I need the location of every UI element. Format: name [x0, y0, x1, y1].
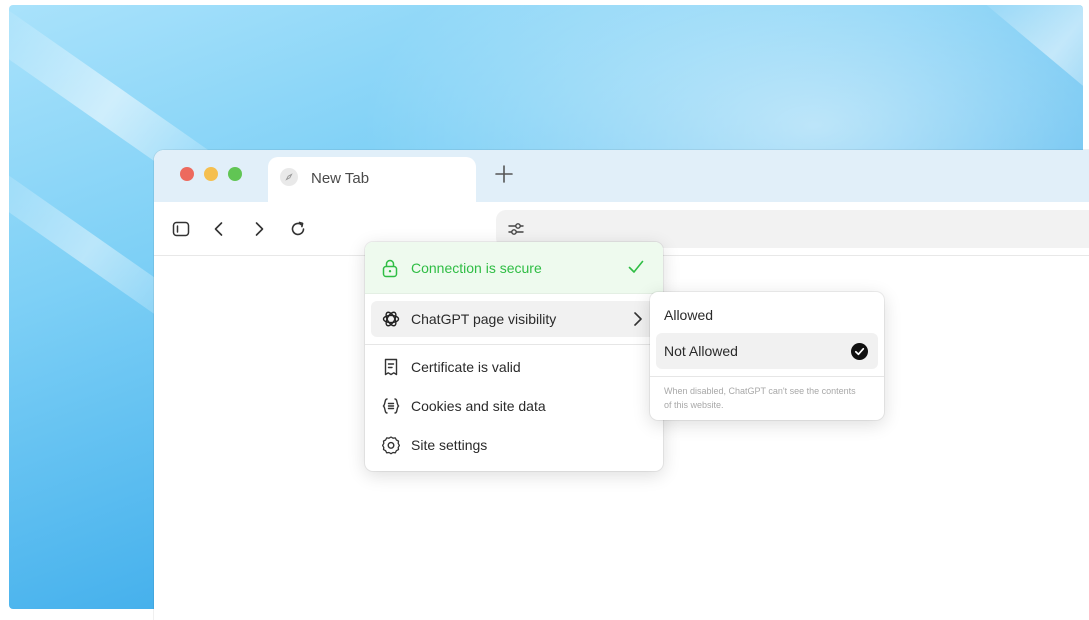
certificate-icon [381, 357, 401, 377]
option-allowed[interactable]: Allowed [656, 297, 878, 333]
minimize-window-button[interactable] [204, 167, 218, 181]
close-window-button[interactable] [180, 167, 194, 181]
menu-divider [365, 344, 663, 345]
forward-icon [255, 222, 264, 236]
visibility-submenu: Allowed Not Allowed When disabled, ChatG… [650, 292, 884, 420]
back-icon [214, 222, 223, 236]
cookies-item[interactable]: Cookies and site data [371, 388, 657, 424]
visibility-note: When disabled, ChatGPT can't see the con… [664, 386, 856, 410]
gear-icon [381, 435, 401, 455]
chevron-right-icon [631, 311, 645, 327]
cookies-label: Cookies and site data [411, 398, 546, 414]
reload-icon [291, 221, 305, 236]
forward-button[interactable] [248, 218, 270, 240]
cookies-icon [381, 396, 401, 416]
back-button[interactable] [208, 218, 230, 240]
chatgpt-visibility-label: ChatGPT page visibility [411, 311, 557, 327]
zoom-window-button[interactable] [228, 167, 242, 181]
chatgpt-visibility-item[interactable]: ChatGPT page visibility [371, 301, 657, 337]
site-settings-item[interactable]: Site settings [371, 427, 657, 463]
openai-icon [381, 309, 401, 329]
site-info-menu: Connection is secure ChatGPT page visibi… [365, 242, 663, 471]
tab-new-tab[interactable]: New Tab [268, 157, 476, 203]
submenu-divider [650, 376, 884, 377]
site-controls-icon[interactable] [506, 219, 526, 239]
sidebar-icon [172, 221, 190, 237]
selected-check-icon [851, 343, 868, 360]
connection-secure-row[interactable]: Connection is secure [365, 242, 663, 294]
connection-secure-label: Connection is secure [411, 260, 542, 276]
lock-icon [381, 258, 399, 278]
checkmark-icon [627, 258, 645, 276]
reload-button[interactable] [287, 218, 309, 240]
site-settings-label: Site settings [411, 437, 488, 453]
option-not-allowed[interactable]: Not Allowed [656, 333, 878, 369]
sidebar-toggle-button[interactable] [170, 218, 192, 240]
wallpaper-streak [973, 5, 1083, 123]
plus-icon [495, 165, 513, 183]
new-tab-button[interactable] [492, 162, 516, 186]
certificate-label: Certificate is valid [411, 359, 521, 375]
option-not-allowed-label: Not Allowed [664, 343, 738, 359]
tab-title: New Tab [311, 170, 370, 187]
tab-bar: New Tab [154, 150, 1089, 203]
compass-icon [280, 168, 298, 186]
certificate-item[interactable]: Certificate is valid [371, 349, 657, 385]
option-allowed-label: Allowed [664, 307, 714, 323]
